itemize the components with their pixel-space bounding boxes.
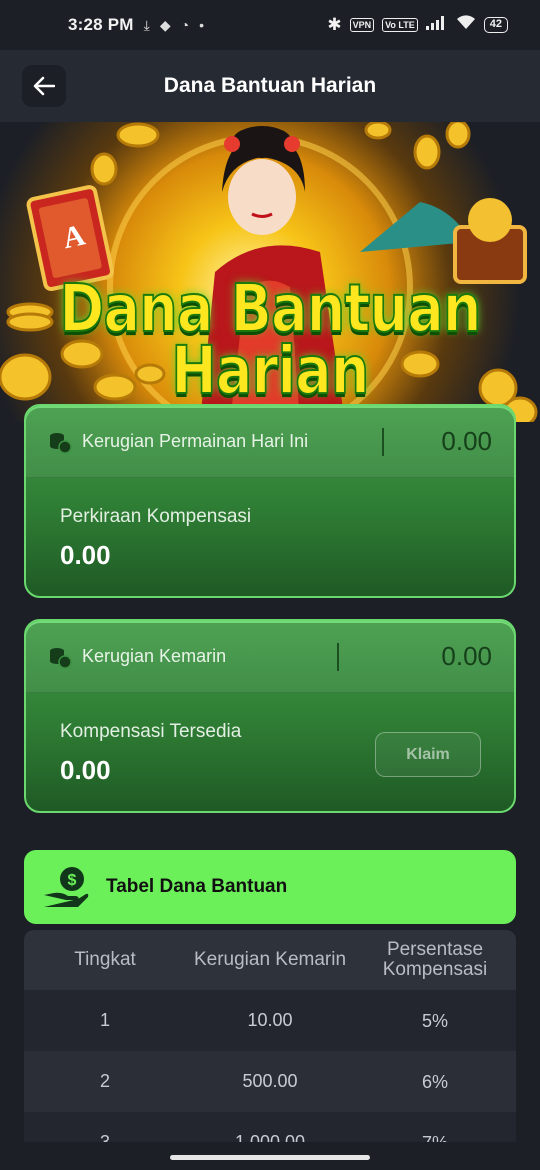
available-compensation-label: Kompensasi Tersedia xyxy=(60,721,242,742)
column-header-level: Tingkat xyxy=(74,949,136,970)
claim-button[interactable]: Klaim xyxy=(375,732,481,777)
yesterday-loss-row: Kerugian Kemarin 0.00 xyxy=(26,621,514,693)
coin-stack-icon xyxy=(50,647,72,669)
column-header-compensation-percent: Persentase Kompensasi xyxy=(382,939,488,980)
download-icon: ⤓ xyxy=(143,16,150,33)
table-row: 1 10.00 5% xyxy=(24,990,516,1051)
today-loss-label: Kerugian Permainan Hari Ini xyxy=(82,431,309,451)
cell-percent: 6% xyxy=(421,1071,448,1092)
volte-badge: Vo LTE xyxy=(382,18,418,32)
available-compensation-value: 0.00 xyxy=(60,755,111,785)
back-button[interactable] xyxy=(22,65,66,107)
today-loss-card: Kerugian Permainan Hari Ini 0.00 Perkira… xyxy=(24,404,516,598)
cell-percent: 5% xyxy=(421,1010,448,1031)
status-time: 3:28 PM xyxy=(68,15,134,34)
svg-text:$: $ xyxy=(68,872,77,889)
cell-level: 1 xyxy=(99,1010,110,1030)
wifi-icon xyxy=(456,15,476,35)
cell-level: 2 xyxy=(99,1071,110,1091)
today-loss-row: Kerugian Permainan Hari Ini 0.00 xyxy=(26,406,514,478)
column-header-yesterday-loss: Kerugian Kemarin xyxy=(193,949,347,970)
page-title: Dana Bantuan Harian xyxy=(163,74,377,97)
cell-loss: 500.00 xyxy=(242,1071,298,1091)
money-hand-icon: $ xyxy=(44,867,89,907)
app-bar: Dana Bantuan Harian xyxy=(0,50,540,122)
yesterday-loss-label: Kerugian Kemarin xyxy=(82,646,227,666)
battery-indicator: 42 xyxy=(483,17,508,33)
status-right-icons: ✱ VPN Vo LTE 42 xyxy=(327,15,508,35)
divider xyxy=(337,643,339,671)
yesterday-loss-value: 0.00 xyxy=(441,641,492,671)
status-left-icons: ⤓ ◆ ◔ • xyxy=(144,17,204,34)
table-title: Tabel Dana Bantuan xyxy=(106,876,288,897)
home-indicator[interactable] xyxy=(170,1155,370,1160)
promo-banner: A Dana Bantuan Harian xyxy=(0,122,540,422)
assistance-table-header: $ Tabel Dana Bantuan xyxy=(24,850,516,924)
signal-icon xyxy=(425,15,448,35)
yesterday-loss-card: Kerugian Kemarin 0.00 Kompensasi Tersedi… xyxy=(24,619,516,813)
today-loss-value: 0.00 xyxy=(441,426,492,456)
table-row: 2 500.00 6% xyxy=(24,1051,516,1112)
coin-stack-icon xyxy=(50,432,72,454)
cell-loss: 10.00 xyxy=(247,1010,293,1030)
back-arrow-icon xyxy=(33,76,55,96)
bluetooth-icon: ✱ xyxy=(327,15,342,34)
banner-title-line2: Harian xyxy=(171,331,371,410)
divider xyxy=(382,428,384,456)
status-bar: 3:28 PM ⤓ ◆ ◔ • ✱ VPN Vo LTE 42 xyxy=(0,0,540,50)
incognito-icon: ◔ xyxy=(180,17,190,33)
estimated-compensation-label: Perkiraan Kompensasi xyxy=(60,506,252,527)
vpn-badge: VPN xyxy=(349,18,375,32)
assistance-table: Tingkat Kerugian Kemarin Persentase Komp… xyxy=(24,930,516,1170)
estimated-compensation-value: 0.00 xyxy=(60,540,111,570)
table-header-row: Tingkat Kerugian Kemarin Persentase Komp… xyxy=(24,930,516,990)
dot-icon: • xyxy=(199,17,205,33)
app-notification-icon: ◆ xyxy=(159,16,171,33)
